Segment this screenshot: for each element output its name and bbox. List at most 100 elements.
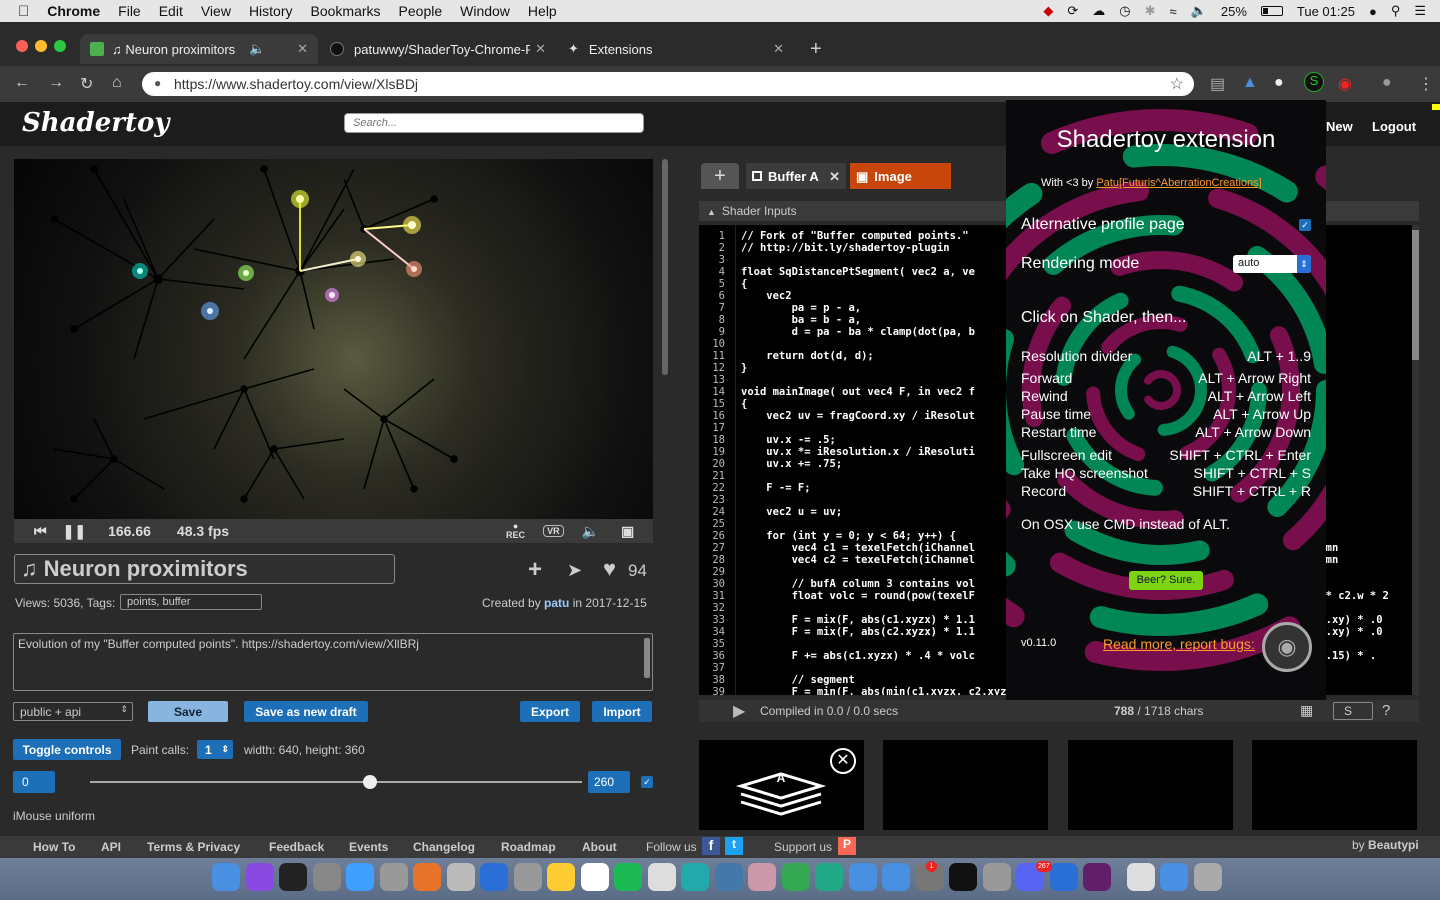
description-textarea[interactable]: Evolution of my "Buffer computed points"… — [13, 633, 653, 691]
add-to-playlist-icon[interactable]: + — [528, 556, 542, 584]
paint-calls-select[interactable]: 1 ⇕ — [197, 740, 233, 759]
notification-center-icon[interactable]: ☰ — [1414, 3, 1426, 19]
battery-icon[interactable] — [1260, 6, 1283, 16]
vscode-icon[interactable] — [1049, 863, 1078, 891]
spotlight-search-icon[interactable]: ⚲ — [1391, 3, 1401, 19]
forward-arrow-icon[interactable]: → — [48, 74, 64, 92]
twitter-icon[interactable]: t — [725, 837, 743, 855]
apple-menu-icon[interactable]:  — [18, 3, 29, 20]
channel-1-thumb[interactable] — [883, 740, 1048, 830]
facebook-icon[interactable]: f — [702, 837, 720, 855]
folder-icon[interactable] — [1160, 863, 1188, 891]
left-scrollbar[interactable] — [662, 159, 668, 375]
pause-icon[interactable]: ❚❚ — [63, 523, 86, 540]
footer-roadmap[interactable]: Roadmap — [501, 840, 556, 854]
chrome-icon[interactable] — [781, 863, 810, 891]
share-icon[interactable]: ➤ — [567, 560, 582, 581]
beautypi-link[interactable]: Beautypi — [1368, 838, 1419, 852]
menu-app-name[interactable]: Chrome — [47, 3, 100, 19]
description-scrollbar[interactable] — [644, 638, 650, 678]
extension-1-icon[interactable]: ▤ — [1210, 74, 1225, 94]
wifi-icon[interactable]: ≈ — [1170, 4, 1177, 19]
visibility-select[interactable]: public + api ⇕ — [13, 702, 133, 721]
window-zoom-button[interactable] — [54, 40, 66, 52]
compile-play-icon[interactable]: ▶ — [733, 701, 745, 721]
tab-audio-icon[interactable]: 🔈 — [249, 41, 265, 57]
finder-icon[interactable] — [212, 863, 240, 891]
unknown-app-icon[interactable] — [982, 863, 1011, 891]
back-arrow-icon[interactable]: ← — [14, 74, 30, 92]
dropbox-status-icon[interactable]: ◆ — [1043, 3, 1053, 19]
nav-new-link[interactable]: New — [1326, 119, 1353, 134]
menu-bookmarks[interactable]: Bookmarks — [311, 3, 381, 19]
volume-icon[interactable]: 🔈 — [1191, 3, 1207, 19]
app-store-icon[interactable] — [882, 863, 910, 891]
window-close-button[interactable] — [16, 40, 28, 52]
documents-icon[interactable] — [1126, 863, 1155, 891]
menu-view[interactable]: View — [201, 3, 231, 19]
bookmark-star-icon[interactable]: ☆ — [1170, 74, 1184, 94]
alt-profile-checkbox[interactable]: ✓ — [1299, 219, 1311, 231]
read-more-link[interactable]: Read more, report bugs: — [1103, 636, 1255, 652]
sync-status-icon[interactable]: ⟳ — [1067, 3, 1078, 19]
reload-icon[interactable]: ↻ — [80, 74, 93, 94]
extension-2-icon[interactable]: ▲ — [1242, 74, 1258, 92]
rewind-icon[interactable]: ⏮ — [34, 523, 47, 540]
shader-title[interactable]: ♫ Neuron proximitors — [14, 554, 395, 584]
slider-max-field[interactable]: 260 — [588, 771, 630, 793]
save-button[interactable]: Save — [148, 701, 228, 722]
maps-icon[interactable] — [681, 863, 709, 891]
record-button[interactable]: ● REC — [506, 522, 525, 540]
credits-author-link[interactable]: Patu[Futuris^AberrationCreations] — [1096, 177, 1261, 189]
safari-icon[interactable] — [346, 863, 374, 891]
author-link[interactable]: patu — [544, 596, 569, 610]
footer-events[interactable]: Events — [349, 840, 388, 854]
footer-about[interactable]: About — [582, 840, 617, 854]
unknown-app-icon[interactable] — [379, 863, 408, 891]
tags-field[interactable]: points, buffer — [120, 594, 262, 610]
browser-tab-github[interactable]: patuwwy/ShaderToy-Chrome-P ✕ — [320, 34, 556, 64]
slider-min-field[interactable]: 0 — [13, 771, 55, 793]
firefox-icon[interactable] — [413, 863, 441, 891]
window-minimize-button[interactable] — [35, 40, 47, 52]
terminal-icon[interactable] — [949, 863, 977, 891]
calendar-icon[interactable] — [580, 863, 609, 891]
browser-tab-extensions[interactable]: ✦ Extensions ✕ — [558, 34, 794, 64]
browser-tab-neuron[interactable]: ♫ Neuron proximitors 🔈 ✕ — [80, 34, 318, 64]
search-input[interactable] — [344, 113, 644, 133]
tab-close-icon[interactable]: ✕ — [829, 169, 840, 185]
cloud-status-icon[interactable]: ☁ — [1092, 3, 1105, 19]
heart-icon[interactable]: ♥ — [603, 556, 616, 582]
channel-3-thumb[interactable] — [1252, 740, 1417, 830]
user-icon[interactable]: ● — [1369, 4, 1377, 19]
vr-icon[interactable]: VR — [543, 525, 564, 537]
font-size-select[interactable]: S — [1333, 702, 1373, 720]
import-button[interactable]: Import — [592, 701, 652, 722]
battery-percent[interactable]: 25% — [1221, 4, 1247, 19]
compile-mode-icon[interactable]: ▦ — [1300, 702, 1313, 719]
menu-window[interactable]: Window — [460, 3, 510, 19]
footer-how-to[interactable]: How To — [33, 840, 75, 854]
nav-logout-link[interactable]: Logout — [1372, 119, 1416, 134]
menu-people[interactable]: People — [399, 3, 443, 19]
bluetooth-icon[interactable]: ✱ — [1145, 3, 1156, 19]
channel-0-thumb[interactable]: A ✕ — [699, 740, 864, 830]
toggle-controls-button[interactable]: Toggle controls — [13, 739, 121, 760]
preview-icon[interactable] — [446, 863, 475, 891]
photos-icon[interactable] — [547, 863, 575, 891]
numbers-icon[interactable] — [815, 863, 843, 891]
shadertoy-extension-icon[interactable]: S — [1304, 72, 1324, 92]
patreon-icon[interactable]: P — [838, 837, 856, 855]
save-draft-button[interactable]: Save as new draft — [244, 701, 368, 722]
trash-icon[interactable] — [1193, 863, 1222, 891]
tab-close-icon[interactable]: ✕ — [297, 41, 308, 57]
siri-icon[interactable] — [245, 863, 274, 891]
address-bar[interactable]: ● https://www.shadertoy.com/view/XlsBDj … — [142, 72, 1194, 96]
tab-close-icon[interactable]: ✕ — [535, 41, 546, 57]
launchpad-icon[interactable] — [312, 863, 341, 891]
home-icon[interactable]: ⌂ — [112, 74, 122, 92]
fullscreen-icon[interactable]: ▣ — [621, 523, 634, 540]
xcode-icon[interactable] — [714, 863, 743, 891]
add-tab-button[interactable]: + — [701, 163, 739, 189]
help-icon[interactable]: ? — [1382, 702, 1390, 719]
